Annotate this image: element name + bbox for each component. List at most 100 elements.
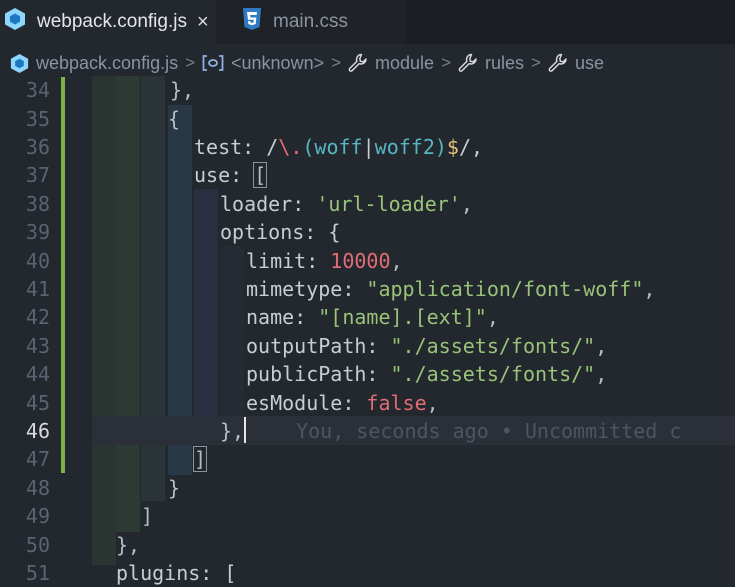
code-token: } [168,475,181,500]
code-line[interactable]: 39 options: { [0,218,735,247]
code-token: }, [170,78,195,103]
code-text: options: { [220,218,340,247]
line-number: 50 [25,532,50,557]
code-text: use: [ [194,161,268,190]
webpack-icon [4,7,26,37]
code-text: }, [170,76,194,105]
code-line[interactable]: 37 use: [ [0,161,735,190]
code-line[interactable]: 49] [0,502,735,531]
code-line[interactable]: 40 limit: 10000, [0,246,735,275]
code-token: , [460,191,473,216]
code-line[interactable]: 38 loader: 'url-loader', [0,190,735,219]
line-number: 38 [25,191,50,216]
line-number: 43 [25,333,50,358]
code-line[interactable]: 42 name: "[name].[ext]", [0,303,735,332]
breadcrumb-label: rules [485,52,525,73]
chevron-right-icon: > [185,53,196,72]
code-token: false [366,390,427,415]
line-number: 46 [25,419,50,444]
code-text: esModule: false, [246,388,439,417]
code-token: outputPath: [246,333,391,358]
code-token: "[name].[ext]" [318,305,487,330]
breadcrumb-label: webpack.config.js [36,52,179,73]
breadcrumb-item-file[interactable]: webpack.config.js [10,53,178,74]
code-token: test: [194,135,267,160]
breadcrumb-label: use [574,52,604,73]
line-number: 41 [25,277,50,302]
code-text: mimetype: "application/font-woff", [246,275,655,304]
code-token: 10000 [330,248,391,273]
text-cursor [244,417,246,443]
tab-webpack-config[interactable]: webpack.config.js × [0,0,216,44]
code-line[interactable]: 45 esModule: false, [0,388,735,417]
breadcrumb-item-use[interactable]: use [548,53,604,74]
git-blame-annotation: You, seconds ago • Uncommitted c [296,419,682,444]
code-line[interactable]: 46}, You, seconds ago • Uncommitted c [0,417,735,446]
code-token: , [426,390,439,415]
breadcrumb-label: module [375,52,435,73]
code-token: "./assets/fonts/" [390,362,596,387]
code-line[interactable]: 51 plugins: [ [0,559,735,587]
wrench-icon [458,53,478,73]
chevron-right-icon: > [531,53,541,72]
tab-label: main.css [273,11,348,32]
webpack-icon [10,53,29,74]
code-text: plugins: [ [116,559,236,587]
code-line[interactable]: 36 test: / \. (woff | woff2) $/, [0,133,735,162]
code-text: ] [141,502,153,531]
code-line[interactable]: 44 publicPath: "./assets/fonts/", [0,360,735,389]
line-number: 36 [25,135,50,160]
chevron-right-icon: > [441,53,452,72]
line-number: 47 [25,447,50,472]
tab-main-css[interactable]: main.css [216,0,406,44]
code-token: ] [192,446,208,473]
editor-tab-bar: webpack.config.js × main.css [0,0,735,44]
line-number: 44 [25,362,50,387]
code-line[interactable]: 43 outputPath: "./assets/fonts/", [0,332,735,361]
line-number: 37 [25,163,50,188]
code-text: limit: 10000, [246,246,403,275]
code-text: name: "[name].[ext]", [246,303,499,332]
code-token: use: [194,163,255,188]
code-token: (woff [302,135,363,160]
code-text: ] [192,445,208,474]
code-line[interactable]: 47] [0,445,735,474]
code-line[interactable]: 34}, [0,76,735,105]
breadcrumb-item-unknown[interactable]: <unknown> [202,53,324,74]
code-token: [ [253,162,268,189]
code-text: } [168,474,180,503]
line-number: 48 [25,475,50,500]
line-number: 34 [25,78,50,103]
line-number: 45 [25,390,50,415]
line-number: 39 [25,220,50,245]
close-icon[interactable]: × [197,11,209,34]
code-token: limit: [246,248,331,273]
breadcrumb-item-module[interactable]: module [348,53,434,74]
breadcrumb-item-rules[interactable]: rules [458,53,524,74]
chevron-right-icon: > [331,53,342,72]
wrench-icon [548,53,568,73]
code-editor[interactable]: 34}, 35{36 test: / \. (woff | woff2) $/, 37 use: … [0,76,735,585]
code-token: loader: [220,191,317,216]
code-token: $ [446,135,459,160]
code-token: mimetype: [246,277,367,302]
code-line[interactable]: 48} [0,474,735,503]
code-token: }, [116,532,141,557]
code-token: options: { [220,220,341,245]
code-token: , [595,362,608,387]
code-text: }, You, seconds ago • Uncommitted c [220,417,681,446]
code-token: /, [458,135,484,160]
code-token: ] [141,504,154,529]
line-number: 49 [25,504,50,529]
code-token: name: [246,305,319,330]
code-text: { [168,104,180,133]
code-text: }, [116,530,140,559]
code-line[interactable]: 35 { [0,104,735,133]
code-token: publicPath: [246,362,391,387]
css3-icon [242,7,262,37]
code-line[interactable]: 41 mimetype: "application/font-woff", [0,275,735,304]
code-token: "application/font-woff" [366,277,644,302]
code-token: }, [220,419,245,444]
code-token: , [390,248,403,273]
code-line[interactable]: 50}, [0,530,735,559]
